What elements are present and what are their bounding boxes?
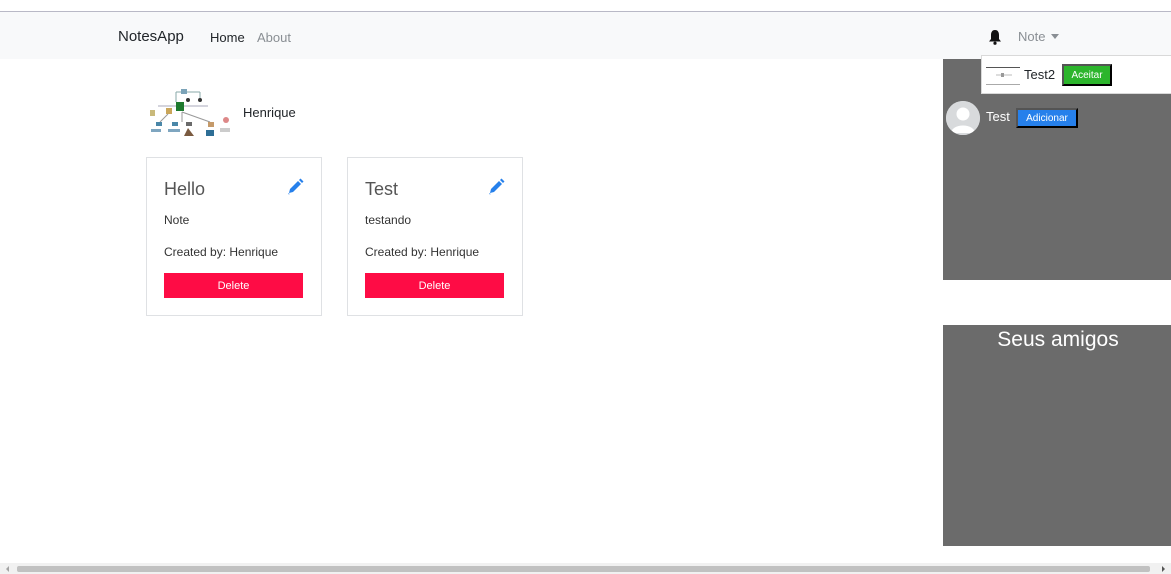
delete-button[interactable]: Delete <box>164 273 303 298</box>
note-dropdown-toggle[interactable]: Note <box>1018 29 1060 44</box>
navbar: NotesApp Home About Note <box>0 12 1171 59</box>
note-card: Test testando Created by: Henrique Delet… <box>347 157 523 316</box>
suggestion-name: Test <box>986 109 1010 124</box>
scroll-right-icon[interactable] <box>1162 566 1165 572</box>
notification-avatar <box>986 67 1020 85</box>
note-text: Note <box>164 213 190 227</box>
scrollbar-thumb[interactable] <box>17 566 1150 572</box>
friends-panel: Seus amigos <box>943 325 1171 546</box>
note-title: Test <box>365 179 399 199</box>
pencil-icon[interactable] <box>487 178 505 196</box>
page: NotesApp Home About Note Henrique Hello … <box>0 0 1171 574</box>
profile-name: Henrique <box>243 105 296 120</box>
nav-about-link[interactable]: About <box>257 30 291 45</box>
pencil-icon[interactable] <box>286 178 304 196</box>
notification-dropdown: Test2 Aceitar <box>981 55 1171 94</box>
brand-link[interactable]: NotesApp <box>118 28 184 45</box>
note-author: Created by: Henrique <box>164 245 279 259</box>
delete-button[interactable]: Delete <box>365 273 504 298</box>
scroll-left-icon[interactable] <box>6 566 9 572</box>
note-author: Created by: Henrique <box>365 245 480 259</box>
note-card: Hello Note Created by: Henrique Delete <box>146 157 322 316</box>
notification-name: Test2 <box>1024 67 1056 82</box>
avatar <box>946 101 980 135</box>
bell-icon[interactable] <box>988 29 1002 45</box>
note-dropdown-label: Note <box>1018 29 1046 44</box>
note-title: Hello <box>164 179 206 199</box>
accept-button[interactable]: Aceitar <box>1062 64 1112 86</box>
note-text: testando <box>365 213 412 227</box>
chevron-down-icon <box>1051 34 1060 39</box>
friends-title: Seus amigos <box>997 328 1119 351</box>
profile-image <box>148 88 232 138</box>
nav-home-link[interactable]: Home <box>210 30 245 45</box>
add-friend-button[interactable]: Adicionar <box>1016 108 1078 128</box>
horizontal-scrollbar[interactable] <box>0 563 1171 574</box>
